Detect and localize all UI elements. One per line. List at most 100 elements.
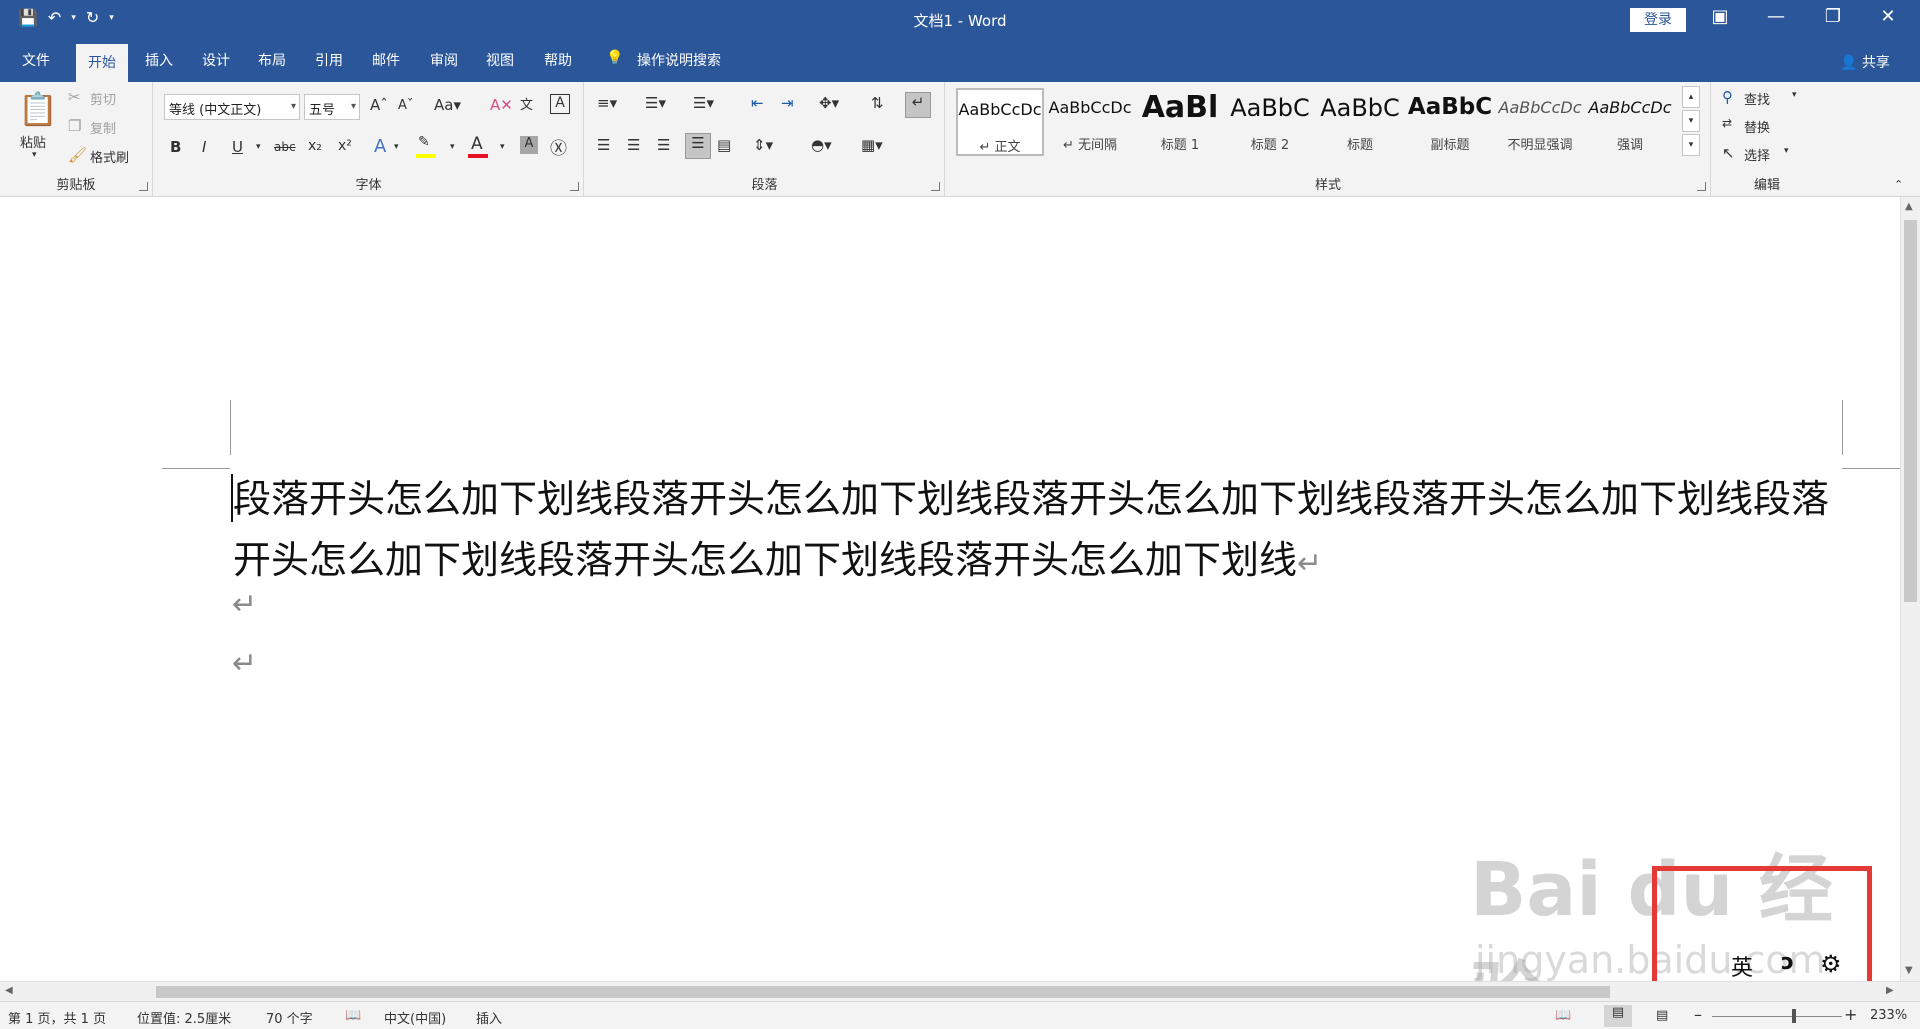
- paragraph-mark[interactable]: ↵: [232, 587, 257, 622]
- replace-button[interactable]: 替换: [1744, 117, 1770, 136]
- font-size-select[interactable]: 五号 ▾: [304, 94, 360, 120]
- tab-references[interactable]: 引用: [315, 50, 343, 70]
- style-heading-1[interactable]: AaBl 标题 1: [1136, 88, 1224, 156]
- highlight-icon[interactable]: ✎: [418, 134, 430, 150]
- justify-icon[interactable]: ☰: [685, 133, 711, 159]
- borders-icon[interactable]: ▦▾: [861, 136, 883, 154]
- tell-me-search[interactable]: 操作说明搜索: [637, 50, 721, 70]
- paste-button[interactable]: 粘贴: [20, 132, 46, 151]
- multilevel-list-icon[interactable]: ☰▾: [693, 94, 714, 112]
- maximize-icon[interactable]: ❐: [1813, 6, 1853, 27]
- read-mode-icon[interactable]: 📖: [1555, 1008, 1571, 1023]
- enclosed-character-icon[interactable]: Ⓧ: [550, 134, 567, 159]
- tab-review[interactable]: 审阅: [430, 50, 458, 70]
- character-shading-icon[interactable]: A: [520, 136, 538, 154]
- underline-dropdown-icon[interactable]: ▾: [256, 142, 261, 152]
- ime-toolbar[interactable]: 英 ↄ ⚙: [1705, 950, 1865, 982]
- style-normal[interactable]: AaBbCcDc ↵ 正文: [956, 88, 1044, 156]
- bold-button[interactable]: B: [170, 138, 181, 156]
- horizontal-scrollbar[interactable]: ◀ ▶: [0, 981, 1920, 1001]
- increase-indent-icon[interactable]: ⇥: [781, 94, 794, 112]
- collapse-ribbon-icon[interactable]: ⌃: [1894, 178, 1903, 191]
- close-icon[interactable]: ✕: [1868, 6, 1908, 27]
- scroll-right-icon[interactable]: ▶: [1886, 985, 1894, 996]
- select-icon[interactable]: ↖: [1722, 144, 1735, 162]
- proofing-icon[interactable]: 📖: [345, 1008, 361, 1023]
- tab-home[interactable]: 开始: [76, 44, 128, 82]
- login-button[interactable]: 登录: [1630, 8, 1686, 32]
- scroll-up-icon[interactable]: ▲: [1905, 201, 1913, 212]
- clipboard-launcher-icon[interactable]: [139, 182, 148, 191]
- format-painter-button[interactable]: 格式刷: [90, 147, 129, 166]
- cut-icon[interactable]: ✂: [68, 88, 81, 106]
- vertical-scrollbar[interactable]: ▲ ▼: [1900, 197, 1920, 981]
- styles-scroll-up-icon[interactable]: ▴: [1682, 86, 1700, 108]
- subscript-button[interactable]: x₂: [308, 138, 322, 154]
- styles-more-icon[interactable]: ▾: [1682, 134, 1700, 156]
- cut-button[interactable]: 剪切: [90, 89, 116, 108]
- align-left-icon[interactable]: ☰: [597, 136, 610, 154]
- sort-icon[interactable]: ⇅: [871, 94, 884, 112]
- shrink-font-icon[interactable]: Aˇ: [398, 98, 413, 113]
- change-case-icon[interactable]: Aa▾: [434, 96, 461, 114]
- document-paragraph[interactable]: 段落开头怎么加下划线段落开头怎么加下划线段落开头怎么加下划线段落开头怎么加下划线…: [233, 469, 1853, 594]
- zoom-slider-track[interactable]: [1712, 1016, 1842, 1017]
- format-painter-icon[interactable]: 🖌: [68, 146, 87, 164]
- font-color-dropdown-icon[interactable]: ▾: [500, 142, 505, 152]
- zoom-out-icon[interactable]: –: [1694, 1005, 1702, 1024]
- font-color-icon[interactable]: A: [471, 134, 483, 154]
- vertical-scroll-thumb[interactable]: [1904, 220, 1917, 602]
- word-count[interactable]: 70 个字: [266, 1008, 313, 1027]
- underline-button[interactable]: U: [232, 138, 243, 156]
- distributed-icon[interactable]: ▤: [717, 136, 731, 154]
- strikethrough-button[interactable]: abc: [274, 140, 296, 154]
- zoom-slider-thumb[interactable]: [1792, 1009, 1796, 1023]
- lightbulb-icon[interactable]: 💡: [606, 50, 623, 66]
- find-button[interactable]: 查找: [1744, 89, 1770, 108]
- language-indicator[interactable]: 中文(中国): [384, 1008, 446, 1027]
- ime-language-toggle[interactable]: 英: [1731, 950, 1753, 982]
- zoom-level[interactable]: 233%: [1870, 1008, 1907, 1023]
- align-right-icon[interactable]: ☰: [657, 136, 670, 154]
- clear-formatting-icon[interactable]: A✕: [490, 96, 513, 114]
- line-spacing-icon[interactable]: ⇕▾: [753, 136, 773, 154]
- shading-icon[interactable]: ◓▾: [811, 136, 832, 154]
- style-heading-2[interactable]: AaBbC 标题 2: [1226, 88, 1314, 156]
- zoom-in-icon[interactable]: +: [1844, 1005, 1857, 1024]
- style-emphasis[interactable]: AaBbCcDc 强调: [1586, 88, 1674, 156]
- tab-insert[interactable]: 插入: [145, 50, 173, 70]
- styles-launcher-icon[interactable]: [1697, 182, 1706, 191]
- select-button[interactable]: 选择: [1744, 145, 1770, 164]
- copy-icon[interactable]: ❐: [68, 117, 81, 135]
- tab-layout[interactable]: 布局: [258, 50, 286, 70]
- scroll-left-icon[interactable]: ◀: [5, 985, 13, 996]
- tab-help[interactable]: 帮助: [544, 50, 572, 70]
- paste-icon[interactable]: 📋: [18, 90, 58, 128]
- numbering-icon[interactable]: ☰▾: [645, 94, 666, 112]
- phonetic-guide-icon[interactable]: 文: [520, 94, 533, 113]
- find-icon[interactable]: ⚲: [1722, 88, 1733, 106]
- font-launcher-icon[interactable]: [570, 182, 579, 191]
- font-name-select[interactable]: 等线 (中文正文) ▾: [164, 94, 300, 120]
- bullets-icon[interactable]: ≡▾: [597, 94, 617, 112]
- paragraph-mark[interactable]: ↵: [232, 646, 257, 681]
- tab-design[interactable]: 设计: [202, 50, 230, 70]
- styles-scroll-down-icon[interactable]: ▾: [1682, 110, 1700, 132]
- page-count[interactable]: 第 1 页，共 1 页: [8, 1008, 106, 1027]
- copy-button[interactable]: 复制: [90, 118, 116, 137]
- print-layout-icon[interactable]: ▤: [1604, 1005, 1632, 1027]
- align-center-icon[interactable]: ☰: [627, 136, 640, 154]
- grow-font-icon[interactable]: Aˆ: [370, 96, 388, 114]
- style-subtitle[interactable]: AaBbC 副标题: [1406, 88, 1494, 156]
- tab-view[interactable]: 视图: [486, 50, 514, 70]
- share-button[interactable]: 👤 共享: [1840, 52, 1890, 72]
- text-effects-icon[interactable]: A: [374, 136, 386, 157]
- style-title[interactable]: AaBbC 标题: [1316, 88, 1404, 156]
- find-dropdown-icon[interactable]: ▾: [1792, 90, 1797, 100]
- horizontal-scroll-thumb[interactable]: [156, 986, 1610, 998]
- insert-mode-indicator[interactable]: 插入: [476, 1008, 502, 1027]
- paste-dropdown-icon[interactable]: ▾: [32, 150, 37, 160]
- style-no-spacing[interactable]: AaBbCcDc ↵ 无间隔: [1046, 88, 1134, 156]
- ime-mode-icon[interactable]: ↄ: [1781, 950, 1794, 975]
- web-layout-icon[interactable]: ▤: [1656, 1008, 1668, 1023]
